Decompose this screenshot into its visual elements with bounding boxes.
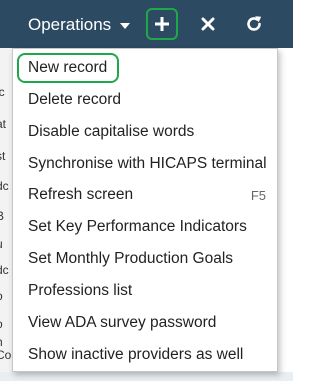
- operations-label: Operations: [28, 15, 112, 34]
- refresh-icon: [247, 16, 262, 31]
- menu-item-label: Refresh screen: [28, 186, 134, 203]
- background-text: B: [0, 209, 5, 223]
- operations-menu-button[interactable]: Operations: [28, 12, 131, 38]
- menu-item-set-kpis[interactable]: Set Key Performance Indicators: [13, 212, 277, 242]
- background-text: Co: [0, 348, 12, 362]
- background-text: u: [0, 237, 3, 251]
- menu-item-refresh-screen[interactable]: Refresh screen F5: [13, 180, 277, 210]
- menu-item-disable-capitalise-words[interactable]: Disable capitalise words: [13, 117, 277, 147]
- close-button[interactable]: [192, 9, 224, 39]
- operations-dropdown-menu: New record Delete record Disable capital…: [12, 48, 278, 372]
- menu-item-label: New record: [28, 59, 108, 76]
- background-bottom-bar: [0, 372, 293, 381]
- menu-item-view-ada-password[interactable]: View ADA survey password: [13, 308, 277, 338]
- menu-item-label: Synchronise with HICAPS terminal: [28, 155, 267, 172]
- menu-item-set-monthly-goals[interactable]: Set Monthly Production Goals: [13, 244, 277, 274]
- background-text: dc: [0, 263, 9, 277]
- refresh-button[interactable]: [238, 9, 270, 39]
- chevron-down-icon: [120, 23, 131, 29]
- menu-item-shortcut: F5: [250, 187, 266, 203]
- background-text: dc: [0, 179, 9, 193]
- menu-item-label: Set Monthly Production Goals: [28, 250, 234, 267]
- add-button[interactable]: [146, 8, 178, 40]
- menu-item-label: Set Key Performance Indicators: [28, 218, 247, 235]
- background-text: o: [0, 317, 3, 331]
- menu-item-show-inactive-providers[interactable]: Show inactive providers as well: [13, 340, 277, 370]
- close-icon: [201, 17, 215, 31]
- plus-icon: [155, 17, 169, 31]
- menu-item-label: View ADA survey password: [28, 314, 217, 331]
- menu-item-professions-list[interactable]: Professions list: [13, 276, 277, 306]
- menu-item-synchronise-hicaps[interactable]: Synchronise with HICAPS terminal: [13, 149, 277, 179]
- background-text: st: [0, 149, 6, 163]
- menu-item-label: Delete record: [28, 91, 122, 108]
- background-text: ic: [0, 85, 5, 99]
- toolbar: Operations: [0, 0, 293, 48]
- menu-item-label: Show inactive providers as well: [28, 346, 244, 363]
- menu-item-delete-record[interactable]: Delete record: [13, 85, 277, 115]
- background-text: h: [0, 335, 3, 349]
- menu-item-new-record[interactable]: New record: [13, 53, 277, 83]
- background-text: o: [0, 289, 3, 303]
- menu-item-label: Disable capitalise words: [28, 123, 195, 140]
- background-text: at: [0, 117, 7, 131]
- background-content-strip: ic at st dc B u dc o o h Co: [0, 48, 12, 381]
- menu-item-label: Professions list: [28, 282, 133, 299]
